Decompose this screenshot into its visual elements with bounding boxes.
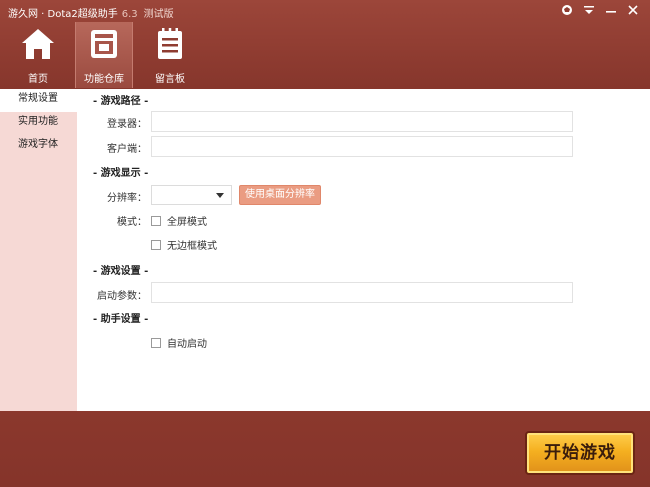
section-game-display: - 游戏显示 - xyxy=(93,168,149,179)
launch-params-input[interactable] xyxy=(151,282,573,303)
footer-bar: 开始游戏 xyxy=(0,411,650,487)
start-game-button[interactable]: 开始游戏 xyxy=(525,431,635,475)
nav-label-board: 留言板 xyxy=(155,74,185,85)
checkbox-box[interactable] xyxy=(151,215,161,226)
resolution-select[interactable] xyxy=(151,185,232,205)
edition-label: 测试版 xyxy=(143,9,174,20)
launcher-path-input[interactable] xyxy=(151,111,573,132)
mode-label: 模式： xyxy=(117,217,147,228)
section-helper-settings: - 助手设置 - xyxy=(93,314,149,325)
settings-panel: - 游戏路径 - 登录器： 客户端： - 游戏显示 - 分辨率： 使用桌面分辨率… xyxy=(77,89,650,411)
nav-tab-board[interactable]: 留言板 xyxy=(141,22,199,88)
autostart-checkbox[interactable]: 自动启动 xyxy=(151,335,207,350)
chevron-down-icon xyxy=(216,193,224,198)
borderless-label: 无边框模式 xyxy=(167,241,217,252)
nav-tab-warehouse[interactable]: 功能仓库 xyxy=(75,22,133,88)
sidebar-item-fonts[interactable]: 游戏字体 xyxy=(0,135,77,158)
checkbox-box[interactable] xyxy=(151,239,161,250)
client-label: 客户端： xyxy=(107,144,147,155)
window-controls xyxy=(560,3,640,17)
sidebar-item-utilities[interactable]: 实用功能 xyxy=(0,112,77,135)
skin-icon[interactable] xyxy=(560,3,574,17)
section-game-settings: - 游戏设置 - xyxy=(93,266,149,277)
home-icon xyxy=(22,29,54,59)
nav-label-warehouse: 功能仓库 xyxy=(84,74,124,85)
borderless-checkbox[interactable]: 无边框模式 xyxy=(151,237,217,252)
checkbox-box[interactable] xyxy=(151,337,161,348)
nav-label-home: 首页 xyxy=(28,74,48,85)
launch-params-label: 启动参数： xyxy=(97,291,147,302)
close-icon[interactable] xyxy=(626,3,640,17)
autostart-label: 自动启动 xyxy=(167,339,207,350)
window-title: 游久网 · Dota2超级助手 6.3 测试版 xyxy=(8,5,174,20)
title-bar: 游久网 · Dota2超级助手 6.3 测试版 首页 功能仓库 留言板 xyxy=(0,0,650,89)
main-nav: 首页 功能仓库 留言板 xyxy=(0,22,199,88)
warehouse-icon xyxy=(91,30,117,58)
fullscreen-checkbox[interactable]: 全屏模式 xyxy=(151,213,207,228)
use-desktop-resolution-button[interactable]: 使用桌面分辨率 xyxy=(239,185,321,205)
section-game-path: - 游戏路径 - xyxy=(93,96,149,107)
client-path-input[interactable] xyxy=(151,136,573,157)
notepad-icon xyxy=(158,28,182,59)
launcher-label: 登录器： xyxy=(107,119,147,130)
nav-tab-home[interactable]: 首页 xyxy=(9,22,67,88)
resolution-label: 分辨率： xyxy=(107,193,147,204)
minimize-icon[interactable] xyxy=(604,3,618,17)
version-label: 6.3 xyxy=(121,9,138,20)
sidebar-item-general[interactable]: 常规设置 xyxy=(0,89,77,112)
fullscreen-label: 全屏模式 xyxy=(167,217,207,228)
settings-sidebar: 常规设置 实用功能 游戏字体 xyxy=(0,89,77,411)
menu-icon[interactable] xyxy=(582,3,596,17)
app-title: 游久网 · Dota2超级助手 xyxy=(8,9,118,20)
